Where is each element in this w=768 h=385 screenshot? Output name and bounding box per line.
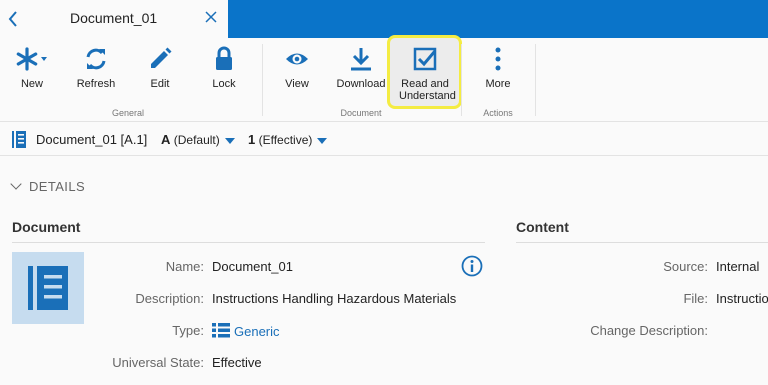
view-label: View [285,78,309,90]
more-label: More [485,78,511,90]
description-value: Instructions Handling Hazardous Material… [212,291,457,306]
close-tab-icon[interactable] [204,10,218,24]
more-vertical-icon [485,46,511,72]
lock-button[interactable]: Lock [198,38,250,108]
name-value: Document_01 [212,259,293,274]
revision-dropdown-icon [224,137,235,144]
new-button[interactable]: New [6,38,58,108]
details-section-toggle[interactable]: DETAILS [10,178,86,194]
info-icon[interactable] [461,255,483,277]
object-name: Document_01 [A.1] [36,132,148,147]
version-label: (Effective) [258,133,313,147]
description-label: Description: [135,291,204,306]
document-icon [12,131,26,148]
download-button[interactable]: Download [333,38,389,108]
version-number: 1 [248,132,256,147]
document-section-divider [12,242,485,243]
view-button[interactable]: View [271,38,323,108]
type-label: Type: [172,323,204,338]
tab-title: Document_01 [70,10,158,26]
lock-label: Lock [212,78,236,90]
group-label-general: General [111,108,145,118]
version-dropdown-icon [317,137,328,144]
document-thumbnail-icon [12,252,84,324]
download-icon [348,46,374,72]
source-value: Internal [716,259,760,274]
chevron-down-icon [10,178,22,190]
read-and-understand-label: Read and Understand [399,78,456,102]
document-section-heading: Document [12,219,81,235]
change-description-label: Change Description: [590,323,708,338]
refresh-icon [83,46,109,72]
revision-letter: A [161,132,171,147]
group-label-actions: Actions [483,108,513,118]
toolbar-separator [262,44,263,116]
read-and-understand-button[interactable]: Read and Understand [392,38,458,108]
type-value[interactable]: Generic [212,323,280,339]
checkbox-checked-icon [412,46,438,72]
document-tab[interactable]: Document_01 [0,0,228,38]
details-heading: DETAILS [29,179,86,194]
universal-state-label: Universal State: [112,355,204,370]
source-label: Source: [663,259,708,274]
toolbar-separator [535,44,536,116]
toolbar: New Refresh Edit Lock General View Downl… [0,35,768,122]
back-arrow-icon[interactable] [7,9,19,29]
file-label: File: [683,291,708,306]
lock-icon [211,46,237,72]
type-link[interactable]: Generic [234,324,280,339]
universal-state-value: Effective [212,355,262,370]
toolbar-separator [461,44,462,116]
more-button[interactable]: More [472,38,524,108]
group-label-document: Document [340,108,382,118]
asterisk-icon [15,46,49,72]
edit-label: Edit [150,78,170,90]
file-value[interactable]: Instructio [716,291,768,306]
edit-button[interactable]: Edit [134,38,186,108]
refresh-label: Refresh [76,78,116,90]
eye-icon [284,46,310,72]
content-section-divider [516,242,768,243]
pencil-icon [147,46,173,72]
content-section-heading: Content [516,219,569,235]
name-label: Name: [165,259,204,274]
revision-selector[interactable]: A (Default) [161,132,235,147]
download-label: Download [336,78,386,90]
version-selector[interactable]: 1 (Effective) [248,132,328,147]
object-header: Document_01 [A.1] A (Default) 1 (Effecti… [0,123,768,156]
list-icon [212,323,230,338]
refresh-button[interactable]: Refresh [70,38,122,108]
new-label: New [20,78,43,90]
revision-label: (Default) [173,133,220,147]
